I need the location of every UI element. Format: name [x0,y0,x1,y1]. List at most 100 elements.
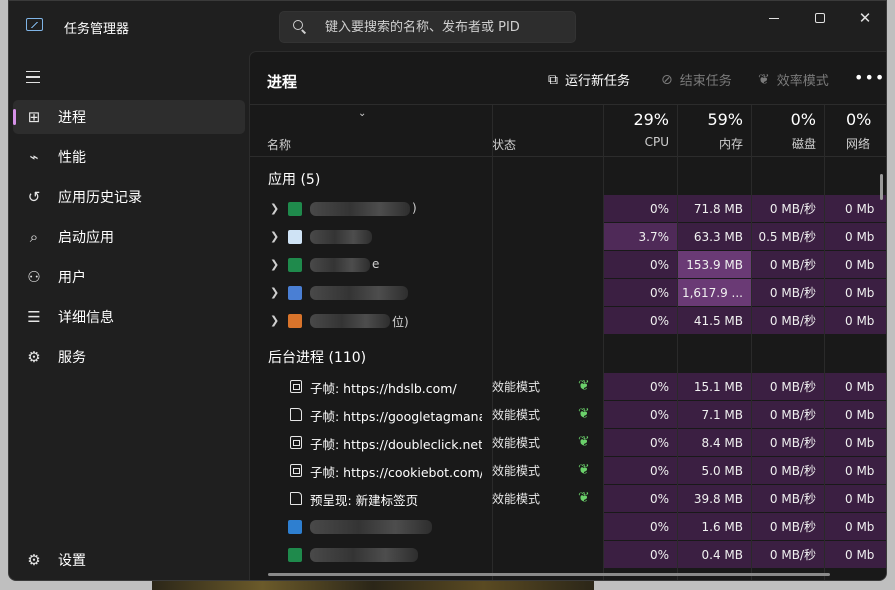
sidebar-item-history[interactable]: ↺ 应用历史记录 [13,180,245,214]
maximize-button[interactable] [797,5,843,31]
horizontal-scrollbar[interactable] [268,573,830,576]
sidebar-item-details[interactable]: ☰ 详细信息 [13,300,245,334]
sidebar-item-label: 应用历史记录 [58,190,142,206]
document-icon [290,408,302,421]
efficiency-leaf-icon: ❦ [578,406,590,422]
cell-net: 0 Mb [825,251,886,278]
vertical-scrollbar[interactable] [880,174,883,200]
end-task-button[interactable]: ⊘ 结束任务 [661,70,732,90]
background-process-row[interactable]: 0% 0.4 MB 0 MB/秒 0 Mb [250,541,886,569]
cell-cpu: 0% [604,251,677,278]
background-process-row[interactable]: 0% 1.6 MB 0 MB/秒 0 Mb [250,513,886,541]
sidebar-item-label: 性能 [58,150,86,166]
search-box[interactable] [279,11,576,43]
background-process-row[interactable]: 预呈现: 新建标签页 效能模式 ❦ 0% 39.8 MB 0 MB/秒 0 Mb [250,485,886,513]
efficiency-leaf-icon: ❦ [578,434,590,450]
sidebar-item-users[interactable]: ⚇ 用户 [13,260,245,294]
column-header-cpu[interactable]: 29% CPU [604,105,677,157]
app-process-row[interactable]: ❯ 0% 1,617.9 ... 0 MB/秒 0 Mb [250,279,886,307]
document-icon [290,492,302,505]
column-name-label: 名称 [267,138,292,152]
efficiency-mode-button[interactable]: ❦ 效率模式 [758,70,829,90]
run-new-task-button[interactable]: ⧉ 运行新任务 [548,70,631,90]
cell-cpu: 0% [604,279,677,306]
column-header-status[interactable]: 状态 [492,105,602,157]
sidebar-item-label: 进程 [58,110,86,126]
cell-cpu: 0% [604,373,677,400]
more-options-button[interactable]: ••• [854,68,885,87]
hamburger-menu-icon[interactable] [26,71,40,83]
search-input[interactable] [325,19,565,35]
process-status: 效能模式 [492,408,541,422]
end-task-label: 结束任务 [679,74,732,89]
close-icon: ✕ [858,8,872,27]
expand-chevron-icon[interactable]: ❯ [270,314,279,327]
minimize-icon [769,17,779,19]
cpu-label: CPU [644,135,669,149]
efficiency-leaf-icon: ❦ [758,71,770,88]
sidebar-item-label: 详细信息 [58,310,114,326]
process-name: 子帧: https://cookiebot.com/ [310,465,482,480]
expand-chevron-icon[interactable]: ❯ [270,258,279,271]
cell-disk: 0 MB/秒 [752,279,824,306]
process-icon [288,548,302,562]
column-header-disk[interactable]: 0% 磁盘 [752,105,824,157]
background-process-row[interactable]: 子帧: https://doubleclick.net/效能模式 ❦ 0% 8.4 M… [250,429,886,457]
efficiency-leaf-icon: ❦ [578,378,590,394]
search-icon [293,20,307,34]
cell-net: 0 Mb [825,307,886,334]
cell-cpu: 0% [604,457,677,484]
cell-mem: 39.8 MB [678,485,751,512]
cell-mem: 153.9 MB [678,251,751,278]
maximize-icon [815,13,825,23]
background-process-row[interactable]: 子帧: https://googletagmanager.com/效能模式 ❦ 0%… [250,401,886,429]
more-dots-icon: ••• [854,68,886,87]
column-header-memory[interactable]: 59% 内存 [678,105,751,157]
subframe-icon [290,464,302,477]
app-process-row[interactable]: ❯) 0% 71.8 MB 0 MB/秒 0 Mb [250,195,886,223]
sidebar-item-processes[interactable]: ⊞ 进程 [13,100,245,134]
column-header-network[interactable]: 0% 网络 [825,105,886,157]
minimize-button[interactable] [751,5,797,31]
column-status-label: 状态 [492,138,517,152]
cell-cpu: 0% [604,307,677,334]
efficiency-leaf-icon: ❦ [578,490,590,506]
cell-disk: 0 MB/秒 [752,457,824,484]
background-process-row[interactable]: 子帧: https://cookiebot.com/效能模式 ❦ 0% 5.0 MB 0… [250,457,886,485]
app-process-row[interactable]: ❯ e 0% 153.9 MB 0 MB/秒 0 Mb [250,251,886,279]
background-process-row[interactable]: 子帧: https://hdslb.com/效能模式 ❦ 0% 15.1 MB 0 MB… [250,373,886,401]
sidebar-item-services[interactable]: ⚙ 服务 [13,340,245,374]
sidebar-item-startup[interactable]: ⌕ 启动应用 [13,220,245,254]
sidebar-item-performance[interactable]: ⌁ 性能 [13,140,245,174]
end-task-icon: ⊘ [661,71,673,88]
title-bar: 任务管理器 ✕ [9,1,886,51]
process-icon [288,520,302,534]
app-icon [288,286,302,300]
expand-chevron-icon[interactable]: ❯ [270,286,279,299]
column-header-name[interactable]: 名称 [267,105,487,157]
app-name-tail: ) [412,201,417,215]
app-title: 任务管理器 [64,22,130,37]
close-button[interactable]: ✕ [842,5,886,31]
network-label: 网络 [846,137,871,151]
settings-label: 设置 [58,553,86,569]
cell-net: 0 Mb [825,373,886,400]
cell-mem: 41.5 MB [678,307,751,334]
expand-chevron-icon[interactable]: ❯ [270,230,279,243]
group-background-label[interactable]: 后台进程 (110) [268,347,366,367]
memory-label: 内存 [718,137,743,151]
redacted-name [310,314,390,328]
cell-disk: 0 MB/秒 [752,485,824,512]
cell-net: 0 Mb [825,513,886,540]
sidebar-item-settings[interactable]: ⚙ 设置 [13,543,245,577]
app-process-row[interactable]: ❯ 3.7% 63.3 MB 0.5 MB/秒 0 Mb [250,223,886,251]
expand-chevron-icon[interactable]: ❯ [270,202,279,215]
group-apps-label[interactable]: 应用 (5) [268,169,320,189]
run-task-label: 运行新任务 [565,74,631,89]
page-title: 进程 [267,73,298,91]
services-icon: ⚙ [27,348,41,366]
app-icon [288,202,302,216]
app-icon [288,258,302,272]
app-process-row[interactable]: ❯ 位) 0% 41.5 MB 0 MB/秒 0 Mb [250,307,886,335]
cell-mem: 15.1 MB [678,373,751,400]
